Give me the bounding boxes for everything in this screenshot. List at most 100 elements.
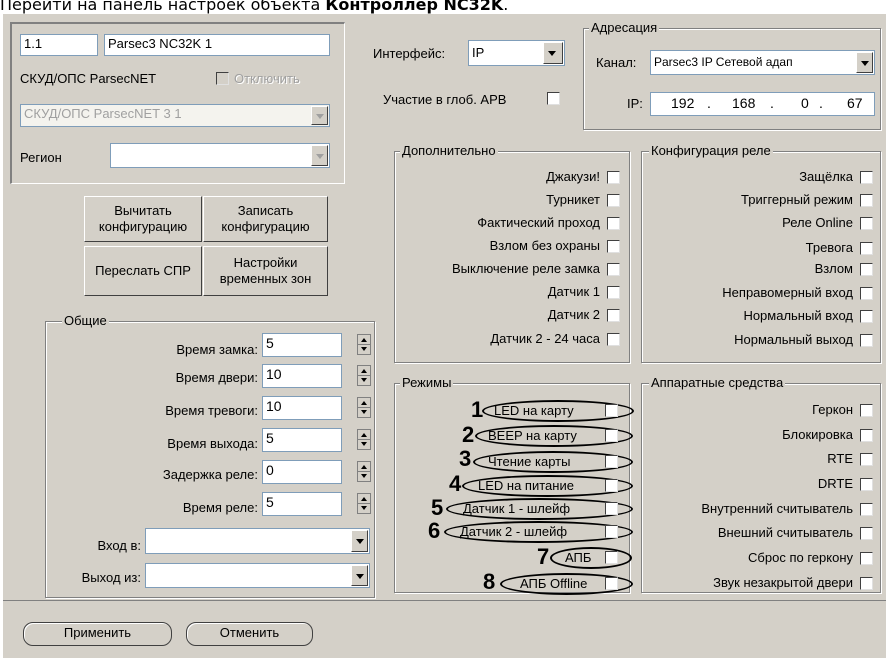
write-config-button[interactable]: Записать конфигурацию [203,196,328,242]
relay-item-label: Нормальный выход [734,332,853,347]
hardware-item-checkbox[interactable] [860,552,873,565]
general-field-label: Время выхода: [167,436,258,451]
relay-item-label: Тревога [805,240,853,255]
extra-item-checkbox[interactable] [607,286,620,299]
ip-dot: . [770,95,774,111]
general-field-label: Время двери: [175,370,258,385]
relay-item-checkbox[interactable] [860,242,873,255]
mode-item-checkbox[interactable] [605,525,618,538]
extra-item-checkbox[interactable] [607,263,620,276]
relay-item-checkbox[interactable] [860,334,873,347]
relay-delay-input[interactable]: 0 [262,460,342,484]
write-config-line2: конфигурацию [221,219,310,234]
ip-octet-4: 67 [847,95,863,111]
hardware-item-label: Внешний считыватель [717,525,853,540]
modes-title: Режимы [400,375,454,390]
relay-item-label: Неправомерный вход [722,285,853,300]
interface-select[interactable]: IP [468,40,565,66]
disable-checkbox[interactable] [216,72,229,85]
read-config-line2: конфигурацию [98,219,188,234]
exit-time-input[interactable]: 5 [262,428,342,452]
region-select[interactable] [110,143,330,168]
relay-delay-spinner[interactable] [357,461,371,482]
mode-item-checkbox[interactable] [605,455,618,468]
mode-item-checkbox[interactable] [605,429,618,442]
mode-number: 5 [431,495,444,520]
hardware-item-checkbox[interactable] [860,577,873,590]
relay-item-checkbox[interactable] [860,194,873,207]
relay-time-spinner[interactable] [357,493,371,514]
read-config-button[interactable]: Вычитать конфигурацию [84,196,202,242]
read-config-line1: Вычитать [114,203,172,218]
extra-item-checkbox[interactable] [607,194,620,207]
exit-time-spinner[interactable] [357,429,371,450]
relay-item-label: Триггерный режим [741,192,853,207]
mode-item-checkbox[interactable] [605,577,618,590]
relay-item-checkbox[interactable] [860,217,873,230]
global-apb-checkbox[interactable] [547,92,560,105]
lock-time-input[interactable]: 5 [262,333,342,357]
alarm-time-input[interactable]: 10 [262,396,342,420]
mode-item-label: Датчик 2 - шлейф [460,524,568,539]
mode-item-checkbox[interactable] [605,551,618,564]
relay-item-checkbox[interactable] [860,287,873,300]
mode-item-label: АПБ [565,550,592,565]
hardware-item-label: Геркон [812,402,853,417]
general-field-label: Задержка реле: [162,467,258,482]
door-time-spinner[interactable] [357,365,371,386]
time-zones-button[interactable]: Настройки временных зон [203,246,328,296]
chevron-down-icon[interactable] [543,42,563,64]
object-id-field[interactable]: 1.1 [20,34,98,56]
cancel-button[interactable]: Отменить [186,622,313,646]
object-name-field[interactable]: Parsec3 NC32K 1 [104,34,330,56]
extra-item-checkbox[interactable] [607,171,620,184]
mode-number: 7 [537,544,550,569]
apply-button[interactable]: Применить [23,622,172,646]
extra-item-checkbox[interactable] [607,333,620,346]
channel-label: Канал: [596,55,637,70]
channel-select[interactable]: Parsec3 IP Сетевой адап [650,50,875,75]
interface-value: IP [472,45,485,60]
hardware-item-checkbox[interactable] [860,527,873,540]
relay-item-checkbox[interactable] [860,310,873,323]
chevron-down-icon[interactable] [351,565,368,586]
hardware-item-checkbox[interactable] [860,503,873,516]
ip-address-field[interactable]: 192 . 168 . 0 . 67 [650,92,875,116]
alarm-time-spinner[interactable] [357,397,371,418]
relay-item-label: Взлом [814,261,853,276]
mode-number: 2 [462,422,475,447]
extra-item-checkbox[interactable] [607,240,620,253]
entry-select[interactable] [145,528,370,554]
chevron-down-icon[interactable] [311,106,328,125]
mode-item-checkbox[interactable] [605,404,618,417]
extra-item-checkbox[interactable] [607,309,620,322]
relay-item-checkbox[interactable] [860,263,873,276]
mode-number: 4 [449,471,462,496]
mode-item-checkbox[interactable] [605,479,618,492]
chevron-down-icon[interactable] [351,530,368,552]
general-field-label: Время реле: [182,500,258,515]
chevron-down-icon[interactable] [856,52,873,73]
extra-item-checkbox[interactable] [607,217,620,230]
general-title: Общие [62,313,109,328]
addressing-title: Адресация [589,20,660,35]
lock-time-spinner[interactable] [357,334,371,355]
relay-item-label: Нормальный вход [743,308,853,323]
hardware-item-label: Блокировка [782,427,853,442]
mode-item-label: АПБ Offline [520,576,588,591]
chevron-down-icon[interactable] [311,145,328,166]
door-time-input[interactable]: 10 [262,364,342,388]
mode-number: 8 [483,569,496,594]
hardware-item-checkbox[interactable] [860,478,873,491]
send-spr-button[interactable]: Переслать СПР [84,246,202,296]
exit-select[interactable] [145,563,370,588]
hardware-item-checkbox[interactable] [860,404,873,417]
relay-time-input[interactable]: 5 [262,492,342,516]
hardware-item-checkbox[interactable] [860,429,873,442]
disable-label: Отключить [234,71,300,86]
parent-object-select[interactable]: СКУД/ОПС ParsecNET 3 1 [20,104,330,127]
hardware-item-checkbox[interactable] [860,453,873,466]
hardware-item-label: RTE [827,451,853,466]
relay-item-checkbox[interactable] [860,171,873,184]
mode-item-checkbox[interactable] [605,502,618,515]
